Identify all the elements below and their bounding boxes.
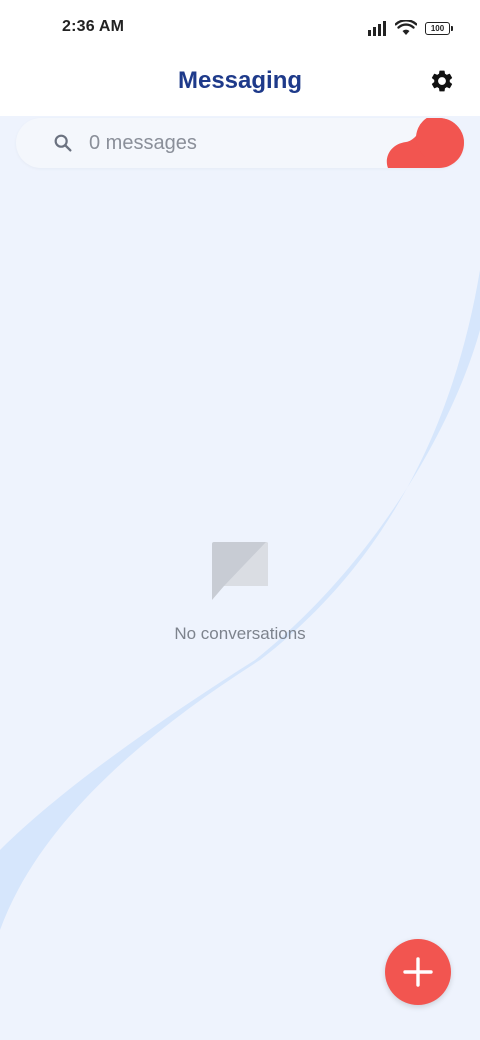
battery-icon: 100 xyxy=(425,21,453,35)
status-time: 2:36 AM xyxy=(62,18,125,35)
status-icons: 100 xyxy=(367,17,453,39)
app-bar: Messaging xyxy=(0,56,480,116)
signal-icon xyxy=(368,21,386,36)
gear-icon xyxy=(431,70,453,92)
chat-bubble-icon xyxy=(212,542,268,600)
new-conversation-button[interactable] xyxy=(385,939,451,1005)
status-bar: 2:36 AM 100 xyxy=(0,0,480,56)
settings-button[interactable] xyxy=(426,65,458,97)
battery-level: 100 xyxy=(430,23,445,33)
page-title: Messaging xyxy=(177,67,303,94)
plus-icon xyxy=(403,957,433,987)
empty-state: No conversations xyxy=(0,540,480,644)
search-decoration xyxy=(386,118,464,168)
empty-state-text: No conversations xyxy=(174,624,306,643)
search-input[interactable]: 0 messages xyxy=(16,118,464,168)
search-icon xyxy=(54,134,72,152)
search-placeholder: 0 messages xyxy=(89,132,197,154)
wifi-icon xyxy=(395,20,417,35)
